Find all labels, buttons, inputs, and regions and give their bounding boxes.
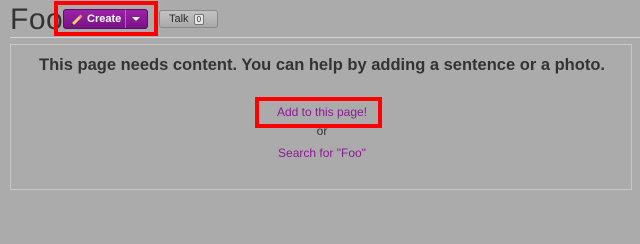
title-divider [10,37,640,38]
talk-button[interactable]: Talk 0 [159,10,218,28]
talk-button-label: Talk [169,13,189,25]
create-highlight-box [54,1,158,36]
page: Foo Create Talk 0 This page needs conten… [0,0,640,244]
search-link[interactable]: Search for "Foo" [11,146,633,160]
empty-page-headline: This page needs content. You can help by… [39,56,605,74]
talk-count-badge: 0 [193,13,205,25]
add-link-highlight-box [255,97,382,128]
